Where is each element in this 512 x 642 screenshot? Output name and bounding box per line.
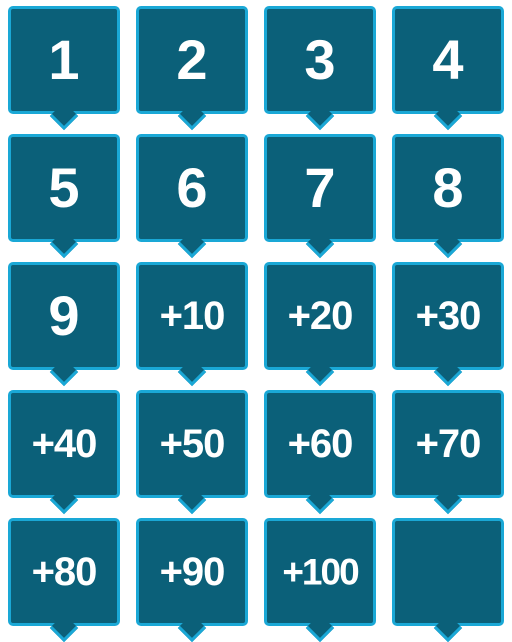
marker-plus-40[interactable]: +40 [8, 390, 120, 498]
marker-label: 2 [176, 28, 208, 91]
marker-label: +20 [287, 294, 354, 338]
marker-plus-80[interactable]: +80 [8, 518, 120, 626]
marker-label: 8 [432, 156, 464, 219]
marker-plus-20[interactable]: +20 [264, 262, 376, 370]
marker-9[interactable]: 9 [8, 262, 120, 370]
marker-3[interactable]: 3 [264, 6, 376, 114]
marker-2[interactable]: 2 [136, 6, 248, 114]
marker-plus-90[interactable]: +90 [136, 518, 248, 626]
marker-label: +10 [159, 294, 226, 338]
marker-5[interactable]: 5 [8, 134, 120, 242]
marker-plus-10[interactable]: +10 [136, 262, 248, 370]
marker-label: 1 [48, 28, 80, 91]
marker-label: 4 [432, 28, 464, 91]
marker-label: +40 [31, 422, 98, 466]
marker-label: +50 [159, 422, 226, 466]
marker-blank[interactable] [392, 518, 504, 626]
marker-plus-70[interactable]: +70 [392, 390, 504, 498]
marker-7[interactable]: 7 [264, 134, 376, 242]
marker-label: 3 [304, 28, 336, 91]
marker-plus-60[interactable]: +60 [264, 390, 376, 498]
marker-label: +60 [287, 422, 354, 466]
marker-6[interactable]: 6 [136, 134, 248, 242]
marker-label: 6 [176, 156, 208, 219]
marker-1[interactable]: 1 [8, 6, 120, 114]
marker-plus-100[interactable]: +100 [264, 518, 376, 626]
marker-4[interactable]: 4 [392, 6, 504, 114]
marker-label: 9 [48, 284, 80, 347]
marker-8[interactable]: 8 [392, 134, 504, 242]
marker-label: +30 [415, 294, 482, 338]
marker-label: +80 [31, 550, 98, 594]
marker-plus-50[interactable]: +50 [136, 390, 248, 498]
marker-plus-30[interactable]: +30 [392, 262, 504, 370]
marker-label: 7 [304, 156, 336, 219]
marker-label: +90 [159, 550, 226, 594]
marker-label: +100 [282, 551, 359, 593]
marker-label: 5 [48, 156, 80, 219]
marker-grid: 1 2 3 4 5 6 7 8 9 +10 +20 +30 +40 +50 +6… [0, 0, 512, 640]
marker-label: +70 [415, 422, 482, 466]
